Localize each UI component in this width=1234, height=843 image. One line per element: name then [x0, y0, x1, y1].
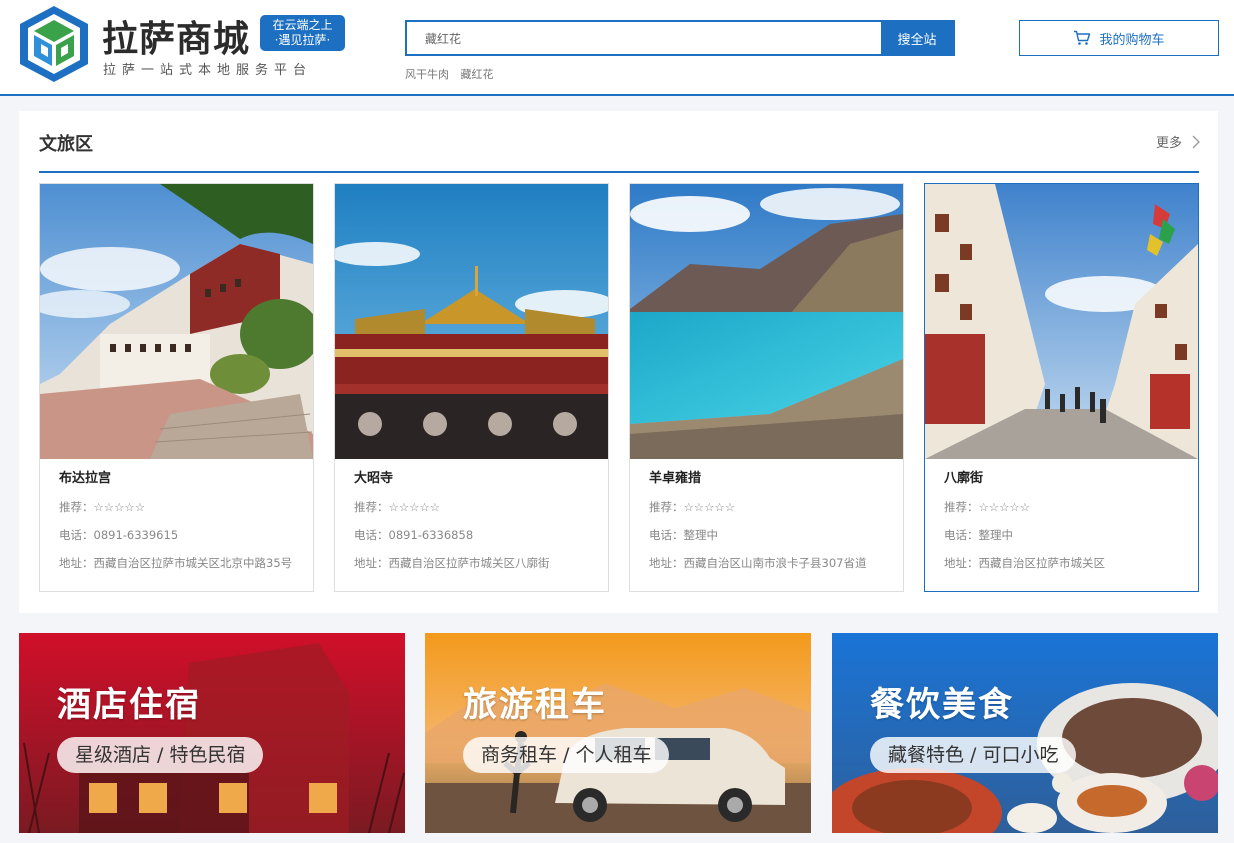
attraction-phone: 电话：整理中 [649, 528, 718, 542]
card-body: 八廓街 推荐：☆☆☆☆☆ 电话：整理中 地址：西藏自治区拉萨市城关区 [944, 469, 1186, 581]
attraction-phone: 电话：整理中 [944, 528, 1013, 542]
banner-subtitle: 藏餐特色 / 可口小吃 [870, 737, 1077, 773]
card-body: 大昭寺 推荐：☆☆☆☆☆ 电话：0891-6336858 地址：西藏自治区拉萨市… [354, 469, 596, 581]
attraction-photo [335, 184, 608, 459]
attraction-rating: 推荐：☆☆☆☆☆ [944, 500, 1031, 514]
attraction-card[interactable]: 八廓街 推荐：☆☆☆☆☆ 电话：整理中 地址：西藏自治区拉萨市城关区 [924, 183, 1199, 592]
badge-line-1: 在云端之上 [272, 18, 333, 32]
badge-line-2: ·遇见拉萨· [274, 33, 331, 47]
more-label: 更多 [1155, 136, 1182, 151]
section-title: 文旅区 [39, 134, 93, 155]
chevron-right-icon [1192, 135, 1200, 148]
banner-subtitle: 星级酒店 / 特色民宿 [57, 737, 264, 773]
brand-name[interactable]: 拉萨商城 [102, 10, 250, 62]
attraction-rating: 推荐：☆☆☆☆☆ [59, 500, 146, 514]
hotel-banner[interactable]: 酒店住宿 星级酒店 / 特色民宿 [19, 633, 405, 833]
search-input[interactable] [407, 22, 883, 54]
attraction-rating: 推荐：☆☆☆☆☆ [354, 500, 441, 514]
hot-keyword[interactable]: 藏红花 [461, 68, 494, 81]
banner-title: 酒店住宿 [57, 685, 201, 725]
attraction-phone: 电话：0891-6336858 [354, 528, 474, 542]
attraction-address: 地址：西藏自治区拉萨市城关区 [944, 556, 1105, 570]
more-link[interactable]: 更多 [1156, 132, 1200, 151]
attraction-name: 羊卓雍措 [649, 471, 702, 486]
car-rental-photo [425, 633, 811, 833]
brand-badge: 在云端之上 ·遇见拉萨· [260, 15, 345, 51]
attraction-address: 地址：西藏自治区拉萨市城关区北京中路35号 [59, 556, 293, 570]
culture-section: 文旅区 更多 布达拉宫 推荐：☆☆☆☆☆ 电话：0891-6339615 地址：… [19, 111, 1218, 613]
attraction-rating: 推荐：☆☆☆☆☆ [649, 500, 736, 514]
search-button[interactable]: 搜全站 [881, 20, 953, 56]
site-header: 拉萨商城 在云端之上 ·遇见拉萨· 拉萨一站式本地服务平台 搜全站 风干牛肉 藏… [0, 0, 1234, 96]
card-body: 布达拉宫 推荐：☆☆☆☆☆ 电话：0891-6339615 地址：西藏自治区拉萨… [59, 469, 301, 581]
attraction-photo [630, 184, 903, 459]
banner-title: 餐饮美食 [870, 685, 1014, 725]
attraction-card[interactable]: 布达拉宫 推荐：☆☆☆☆☆ 电话：0891-6339615 地址：西藏自治区拉萨… [39, 183, 314, 592]
cube-logo-icon[interactable] [18, 4, 90, 84]
banner-subtitle: 商务租车 / 个人租车 [463, 737, 670, 773]
attraction-photo [925, 184, 1198, 459]
attraction-address: 地址：西藏自治区拉萨市城关区八廓街 [354, 556, 550, 570]
hotel-photo [19, 633, 405, 833]
attraction-name: 八廓街 [944, 471, 984, 486]
hot-keywords: 风干牛肉 藏红花 [405, 66, 502, 82]
food-photo [832, 633, 1218, 833]
attraction-phone: 电话：0891-6339615 [59, 528, 179, 542]
brand-slogan: 拉萨一站式本地服务平台 [103, 63, 313, 78]
cart-label: 我的购物车 [1099, 32, 1165, 48]
hot-keyword[interactable]: 风干牛肉 [405, 68, 449, 81]
attraction-photo [40, 184, 313, 459]
attraction-card[interactable]: 羊卓雍措 推荐：☆☆☆☆☆ 电话：整理中 地址：西藏自治区山南市浪卡子县307省… [629, 183, 904, 592]
attraction-name: 布达拉宫 [59, 471, 112, 486]
attraction-card[interactable]: 大昭寺 推荐：☆☆☆☆☆ 电话：0891-6336858 地址：西藏自治区拉萨市… [334, 183, 609, 592]
cart-button[interactable]: 我的购物车 [1019, 20, 1219, 56]
section-divider [39, 171, 1199, 173]
food-banner[interactable]: 餐饮美食 藏餐特色 / 可口小吃 [832, 633, 1218, 833]
search-box: 搜全站 [405, 20, 955, 56]
card-body: 羊卓雍措 推荐：☆☆☆☆☆ 电话：整理中 地址：西藏自治区山南市浪卡子县307省… [649, 469, 891, 581]
attraction-name: 大昭寺 [354, 471, 394, 486]
banner-title: 旅游租车 [463, 685, 607, 725]
cart-icon [1074, 30, 1091, 45]
car-rental-banner[interactable]: 旅游租车 商务租车 / 个人租车 [425, 633, 811, 833]
attraction-address: 地址：西藏自治区山南市浪卡子县307省道 [649, 556, 867, 570]
